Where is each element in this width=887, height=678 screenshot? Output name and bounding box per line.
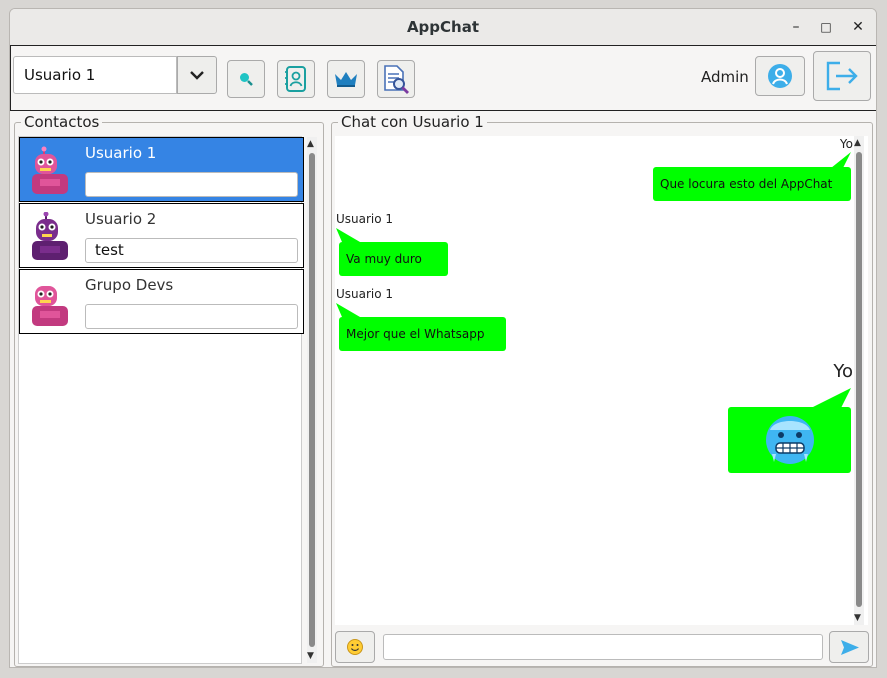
window-title: AppChat xyxy=(406,18,480,36)
message-sender: Yo xyxy=(839,137,853,151)
user-profile-icon xyxy=(768,64,792,88)
message-sender: Yo xyxy=(833,361,853,382)
contact-item[interactable]: Usuario 1 xyxy=(19,137,304,202)
message-sender: Usuario 1 xyxy=(336,212,394,226)
bubble-tail xyxy=(336,303,360,317)
robot-avatar-icon xyxy=(32,146,68,194)
maximize-button[interactable]: □ xyxy=(816,17,836,37)
contact-name: Usuario 2 xyxy=(85,210,157,228)
send-arrow-icon xyxy=(841,640,859,655)
logout-icon xyxy=(826,61,858,91)
contact-item[interactable]: Grupo Devs xyxy=(19,269,304,334)
user-selector[interactable]: Usuario 1 xyxy=(13,56,177,94)
bubble-tail xyxy=(336,228,360,242)
contact-item[interactable]: Usuario 2 test xyxy=(19,203,304,268)
admin-label: Admin xyxy=(701,68,749,86)
chat-legend: Chat con Usuario 1 xyxy=(338,114,487,130)
message-composer xyxy=(335,630,869,664)
message-text: Mejor que el Whatsapp xyxy=(346,327,485,341)
search-icon xyxy=(240,73,253,86)
scroll-up-arrow-icon[interactable]: ▲ xyxy=(854,138,861,148)
contact-name: Grupo Devs xyxy=(85,276,174,294)
profile-button[interactable] xyxy=(755,56,805,96)
contact-list: Usuario 1 Usuario 2 test Grupo Devs ▲ ▼ xyxy=(18,136,317,664)
contact-last-message xyxy=(85,172,298,197)
robot-avatar-icon xyxy=(32,212,68,260)
user-dropdown-button[interactable] xyxy=(177,56,217,94)
emoji-button[interactable] xyxy=(335,631,375,663)
contacts-panel: Contactos Usuario 1 Usuario 2 test Grupo… xyxy=(14,114,324,667)
send-button[interactable] xyxy=(829,631,869,663)
robot-avatar-icon xyxy=(32,286,68,326)
chat-panel: Chat con Usuario 1 Yo Que locura esto de… xyxy=(331,114,873,667)
message-input[interactable] xyxy=(383,634,823,660)
contacts-book-icon xyxy=(285,66,306,92)
chat-messages-area: Yo Que locura esto del AppChat Usuario 1… xyxy=(335,136,868,625)
minimize-button[interactable]: – xyxy=(786,17,806,37)
chat-scrollbar[interactable]: ▲ ▼ xyxy=(854,136,864,625)
contacts-button[interactable] xyxy=(277,60,315,98)
close-button[interactable]: ✕ xyxy=(848,17,868,37)
contacts-legend: Contactos xyxy=(21,114,103,130)
crown-icon xyxy=(335,72,357,87)
contacts-scrollbar[interactable]: ▲ ▼ xyxy=(307,137,317,663)
scrollbar-thumb[interactable] xyxy=(309,153,315,647)
message-text: Que locura esto del AppChat xyxy=(660,177,833,191)
message-sender: Usuario 1 xyxy=(336,287,394,301)
search-messages-button[interactable] xyxy=(377,60,415,98)
smiley-icon xyxy=(347,639,363,655)
message-bubble xyxy=(728,407,851,473)
message-bubble: Que locura esto del AppChat xyxy=(653,167,851,201)
logout-button[interactable] xyxy=(813,51,871,101)
scroll-down-arrow-icon[interactable]: ▼ xyxy=(307,651,314,661)
app-window: AppChat – □ ✕ Usuario 1 Admin Contactos xyxy=(9,8,877,668)
toolbar: Usuario 1 Admin xyxy=(10,45,876,111)
scroll-down-arrow-icon[interactable]: ▼ xyxy=(854,613,861,623)
message-bubble: Va muy duro xyxy=(339,242,448,276)
document-search-icon xyxy=(384,65,409,94)
premium-button[interactable] xyxy=(327,60,365,98)
scroll-up-arrow-icon[interactable]: ▲ xyxy=(307,139,314,149)
search-button[interactable] xyxy=(227,60,265,98)
contact-name: Usuario 1 xyxy=(85,144,157,162)
scrollbar-thumb[interactable] xyxy=(856,152,862,607)
contact-last-message: test xyxy=(85,238,298,263)
contact-last-message xyxy=(85,304,298,329)
cold-face-emoji-icon xyxy=(766,416,814,464)
message-text: Va muy duro xyxy=(346,252,422,266)
chevron-down-icon xyxy=(190,71,204,80)
bubble-tail xyxy=(811,388,851,408)
title-bar: AppChat – □ ✕ xyxy=(10,9,876,46)
message-bubble: Mejor que el Whatsapp xyxy=(339,317,506,351)
bubble-tail xyxy=(831,152,851,168)
